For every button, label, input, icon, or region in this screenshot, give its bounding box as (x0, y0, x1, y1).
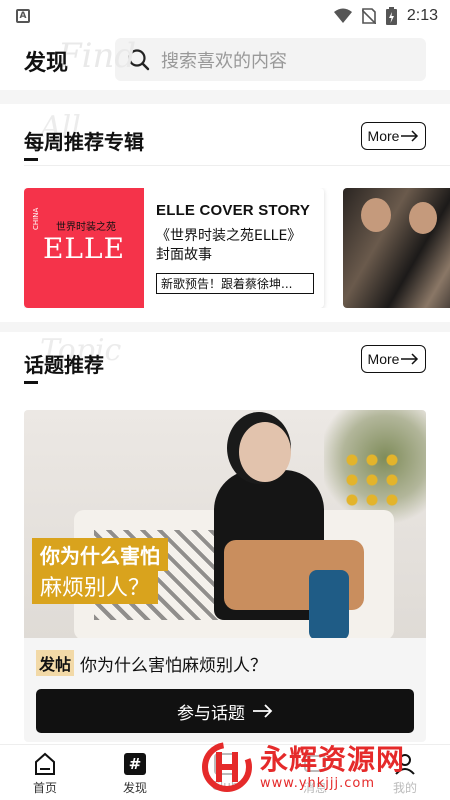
topic-banner-line2: 麻烦别人？ (32, 568, 159, 604)
status-time: 2:13 (406, 7, 438, 24)
topic-card[interactable]: 你为什么害怕 麻烦别人？ 发帖 你为什么害怕麻烦别人？ 参与话题 (24, 410, 426, 742)
album-card[interactable] (343, 188, 450, 308)
header: 发现 Find 搜索喜欢的内容 (0, 32, 450, 90)
nav-label: 首页 (32, 781, 57, 795)
home-icon (35, 752, 55, 775)
divider (24, 165, 450, 166)
arrow-right-icon (401, 353, 419, 365)
album-card[interactable]: CHINA 世界时装之苑 ELLE ELLE COVER STORY 《世界时装… (24, 188, 324, 308)
arrow-right-icon (253, 704, 273, 718)
join-topic-button[interactable]: 参与话题 (36, 689, 414, 733)
more-label: More (367, 128, 400, 144)
album-name: ELLE COVER STORY (156, 202, 311, 219)
photo-jeans (309, 570, 349, 638)
arrow-right-icon (401, 130, 419, 142)
section-title: 话题推荐 (24, 353, 104, 377)
watermark: 永辉资源网 www.yhkjjj.com (200, 738, 440, 796)
cover-china-text: CHINA (32, 207, 40, 230)
wifi-icon (333, 8, 352, 23)
watermark-text: 永辉资源网 (260, 742, 406, 776)
nav-item-discover[interactable]: # 发现 (90, 745, 180, 800)
battery-charging-icon (385, 7, 397, 25)
album-desc: 《世界时装之苑ELLE》封面故事 (156, 228, 302, 263)
divider (0, 90, 450, 104)
title-ghost-text: Find (58, 36, 137, 76)
weekly-section-header: All 每周推荐专辑 More (0, 110, 450, 174)
notification-app-icon: A (16, 9, 30, 23)
album-tag: 新歌预告！跟着蔡徐坤... (156, 273, 314, 294)
section-title: 每周推荐专辑 (24, 130, 144, 154)
nav-label: 发现 (122, 781, 147, 795)
cover-cn-text: 世界时装之苑 (56, 222, 116, 233)
topic-title: 你为什么害怕麻烦别人？ (80, 655, 268, 676)
divider (0, 322, 450, 332)
watermark-logo-icon (202, 742, 252, 792)
join-topic-label: 参与话题 (177, 703, 245, 724)
status-bar: A 2:13 (0, 0, 450, 32)
topic-banner-line1: 你为什么害怕 (32, 538, 168, 571)
more-button[interactable]: More (361, 122, 426, 150)
section-underline (24, 158, 38, 161)
svg-text:#: # (129, 755, 142, 773)
more-label: More (367, 351, 400, 367)
no-sim-icon (361, 8, 376, 24)
nav-item-home[interactable]: 首页 (0, 745, 90, 800)
album-carousel[interactable]: CHINA 世界时装之苑 ELLE ELLE COVER STORY 《世界时装… (24, 188, 450, 308)
post-badge: 发帖 (36, 650, 75, 676)
album-cover: CHINA 世界时装之苑 ELLE (24, 188, 144, 308)
page-title: 发现 (24, 51, 69, 76)
hashtag-icon: # (124, 753, 146, 775)
topic-image: 你为什么害怕 麻烦别人？ (24, 410, 426, 638)
photo-flowers (342, 450, 402, 510)
search-input[interactable]: 搜索喜欢的内容 (115, 38, 426, 81)
photo-person (361, 198, 391, 232)
photo-person-head (239, 422, 291, 482)
photo-person (409, 202, 437, 234)
more-button[interactable]: More (361, 345, 426, 373)
section-underline (24, 381, 38, 384)
watermark-url: www.yhkjjj.com (260, 775, 376, 791)
elle-logo: ELLE (42, 231, 126, 265)
search-placeholder: 搜索喜欢的内容 (161, 50, 287, 72)
topic-section-header: Topic 话题推荐 More (0, 333, 450, 397)
